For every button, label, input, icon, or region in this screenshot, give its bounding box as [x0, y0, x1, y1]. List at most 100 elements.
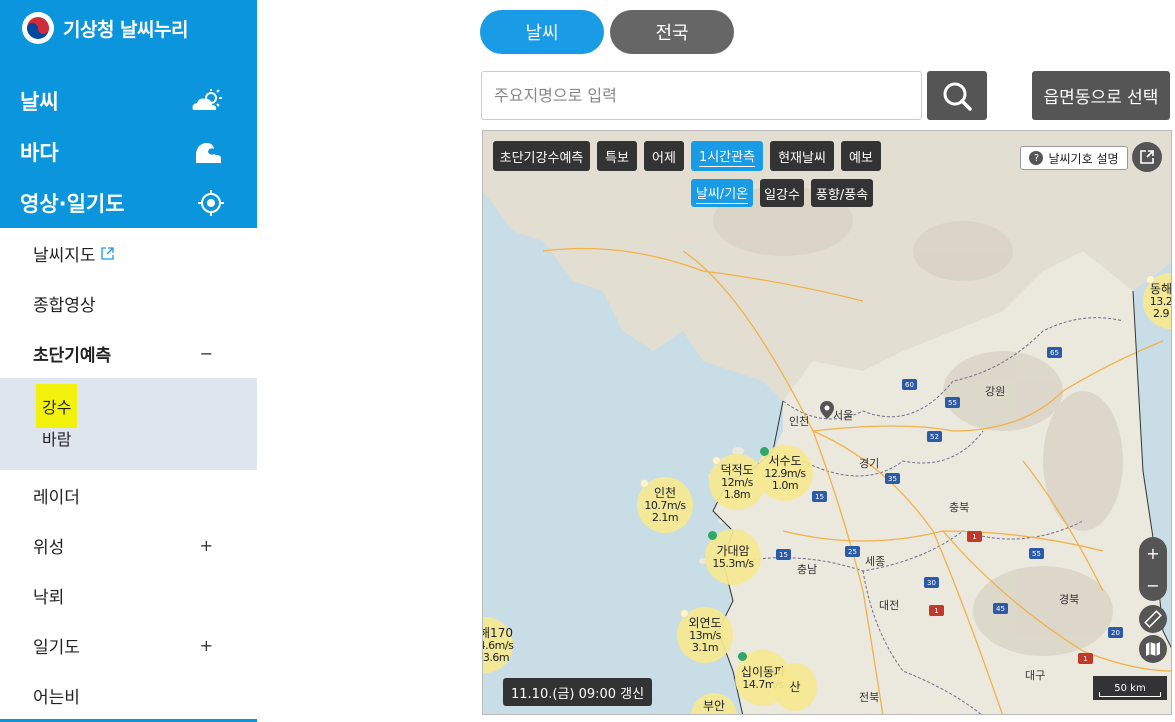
open-external-button[interactable] [1132, 142, 1162, 172]
main-menu-label: 영상·일기도 [20, 191, 125, 216]
map-btn-weather-temp[interactable]: 날씨/기온 [691, 179, 753, 207]
map-btn-forecast[interactable]: 예보 [841, 141, 881, 171]
map-btn-label: 날씨/기온 [695, 183, 749, 204]
map-btn-nowcast-precip[interactable]: 초단기강수예측 [493, 141, 590, 171]
station-wave: 2.1m [651, 510, 679, 524]
map-label-chungnam: 충남 [797, 563, 818, 576]
expand-icon[interactable]: + [200, 636, 213, 655]
station-wave: 3.6m [482, 650, 510, 664]
map-label-incheon: 인천 [789, 415, 810, 428]
main-menu-label: 날씨 [20, 89, 59, 114]
search-input[interactable] [481, 71, 922, 120]
station-wave: 2.9 [1153, 306, 1170, 320]
sub-item-satellite[interactable]: 위성 + [0, 520, 257, 570]
road-shield: 20 [1108, 627, 1123, 638]
sub-item-precipitation[interactable]: 강수 [0, 384, 257, 428]
weather-map[interactable]: 65 60 55 52 35 1 55 25 15 30 45 1 20 1 1… [482, 130, 1172, 715]
legend-button[interactable]: ? 날씨기호 설명 [1020, 146, 1128, 170]
sub-item-radar[interactable]: 레이더 [0, 470, 257, 520]
station-wave: 1.8m [723, 487, 751, 501]
sub-item-label: 레이더 [33, 487, 80, 508]
satellite-target-icon [198, 189, 224, 216]
sub-item-label: 강수 [36, 384, 78, 428]
main-menu-imagery[interactable]: 영상·일기도 [0, 177, 257, 228]
search-button[interactable] [927, 71, 987, 120]
region-select-button[interactable]: 읍면동으로 선택 [1032, 71, 1170, 120]
main-menu-weather[interactable]: 날씨 [0, 75, 257, 126]
station-name: 서수도 [768, 453, 802, 468]
station-bubble[interactable]: 외연도 13m/s 3.1m [677, 607, 733, 663]
zoom-in-button[interactable]: + [1146, 539, 1159, 567]
sub-item-label: 일기도 [33, 637, 80, 658]
sub-item-label: 어는비 [33, 687, 80, 708]
sub-item-label: 종합영상 [33, 295, 96, 316]
road-shield: 1 [1078, 653, 1093, 664]
weather-cloud-sun-icon [192, 88, 222, 110]
sub-item-label: 날씨지도 [33, 245, 96, 266]
road-shield: 1 [967, 531, 982, 542]
sub-item-weather-chart[interactable]: 일기도 + [0, 620, 257, 670]
brand-logo[interactable]: 기상청 날씨누리 [22, 11, 188, 45]
road-shield: 25 [845, 546, 860, 557]
sub-item-weather-map[interactable]: 날씨지도 [0, 228, 257, 278]
map-btn-daily-precip[interactable]: 일강수 [760, 179, 804, 207]
map-label-sejong: 세종 [865, 555, 886, 568]
sub-item-lightning[interactable]: 낙뢰 [0, 570, 257, 620]
expand-icon[interactable]: + [200, 536, 213, 555]
map-btn-warnings[interactable]: 특보 [597, 141, 637, 171]
station-wind: 15.3m/s [712, 556, 754, 570]
map-btn-label: 1시간관측 [698, 146, 756, 167]
sub-item-composite[interactable]: 종합영상 [0, 278, 257, 328]
zoom-out-button[interactable]: − [1146, 571, 1159, 599]
map-btn-current-weather[interactable]: 현재날씨 [770, 141, 834, 171]
station-wave: 3.1m [691, 640, 719, 654]
station-wind: 12m/s [721, 475, 753, 489]
road-shield: 52 [927, 431, 942, 442]
map-btn-hourly-obs[interactable]: 1시간관측 [691, 141, 763, 171]
map-btn-yesterday[interactable]: 어제 [644, 141, 684, 171]
map-label-gyeonggi: 경기 [859, 457, 880, 470]
main-menu: 날씨 바다 영상·일기도 [0, 75, 257, 228]
sub-item-freezing-rain[interactable]: 어는비 [0, 670, 257, 720]
main-menu-sea[interactable]: 바다 [0, 126, 257, 177]
sub-item-label: 바람 [42, 430, 72, 449]
station-bubble[interactable]: 덕적도 12m/s 1.8m [709, 454, 765, 510]
map-btn-wind[interactable]: 풍향/풍속 [811, 179, 873, 207]
station-name: 동해 [1149, 281, 1172, 296]
station-name: 산 [789, 679, 801, 694]
map-label-gyeongbuk: 경북 [1059, 593, 1080, 606]
ruler-icon [1144, 610, 1162, 628]
sub-menu: 날씨지도 종합영상 초단기예측 − 강수 바람 레이더 위성 + 낙뢰 일기도 … [0, 228, 257, 720]
map-scale: 50 km [1093, 676, 1167, 700]
station-name: 외연도 [688, 615, 722, 630]
update-timestamp: 11.10.(금) 09:00 갱신 [503, 678, 653, 706]
help-icon: ? [1029, 151, 1044, 165]
nowcast-children: 강수 바람 [0, 378, 257, 470]
station-bubble[interactable]: 서수도 12.9m/s 1.0m [757, 445, 813, 501]
road-shield: 60 [902, 379, 917, 390]
tab-weather[interactable]: 날씨 [480, 10, 604, 54]
station-name: 인천 [653, 485, 677, 500]
collapse-icon[interactable]: − [200, 344, 213, 363]
tab-nationwide[interactable]: 전국 [610, 10, 734, 54]
station-wind: 12.9m/s [764, 466, 806, 480]
map-label-jeonbuk: 전북 [859, 691, 880, 704]
road-shield: 15 [812, 491, 827, 502]
road-shield: 55 [1029, 548, 1044, 559]
road-shield: 1 [929, 605, 944, 616]
road-shield: 55 [945, 397, 960, 408]
brand-title: 기상청 날씨누리 [63, 18, 188, 41]
station-bubble[interactable]: 인천 10.7m/s 2.1m [637, 477, 693, 533]
station-bubble[interactable]: 산 [773, 663, 817, 711]
measure-button[interactable] [1139, 605, 1167, 633]
map-label-daejeon: 대전 [879, 599, 900, 612]
station-name: 부안 [702, 698, 726, 713]
taegeuk-emblem-icon [22, 12, 54, 44]
map-label-seoul: 서울 [833, 409, 854, 422]
sidebar-header: 기상청 날씨누리 날씨 바다 영상·일기도 [0, 0, 257, 228]
station-bubble[interactable]: 가대암 15.3m/s [705, 529, 761, 585]
map-label-chungbuk: 충북 [949, 501, 970, 514]
map-base [483, 131, 1171, 714]
map-type-button[interactable] [1139, 635, 1167, 663]
sub-item-nowcast[interactable]: 초단기예측 − [0, 328, 257, 378]
